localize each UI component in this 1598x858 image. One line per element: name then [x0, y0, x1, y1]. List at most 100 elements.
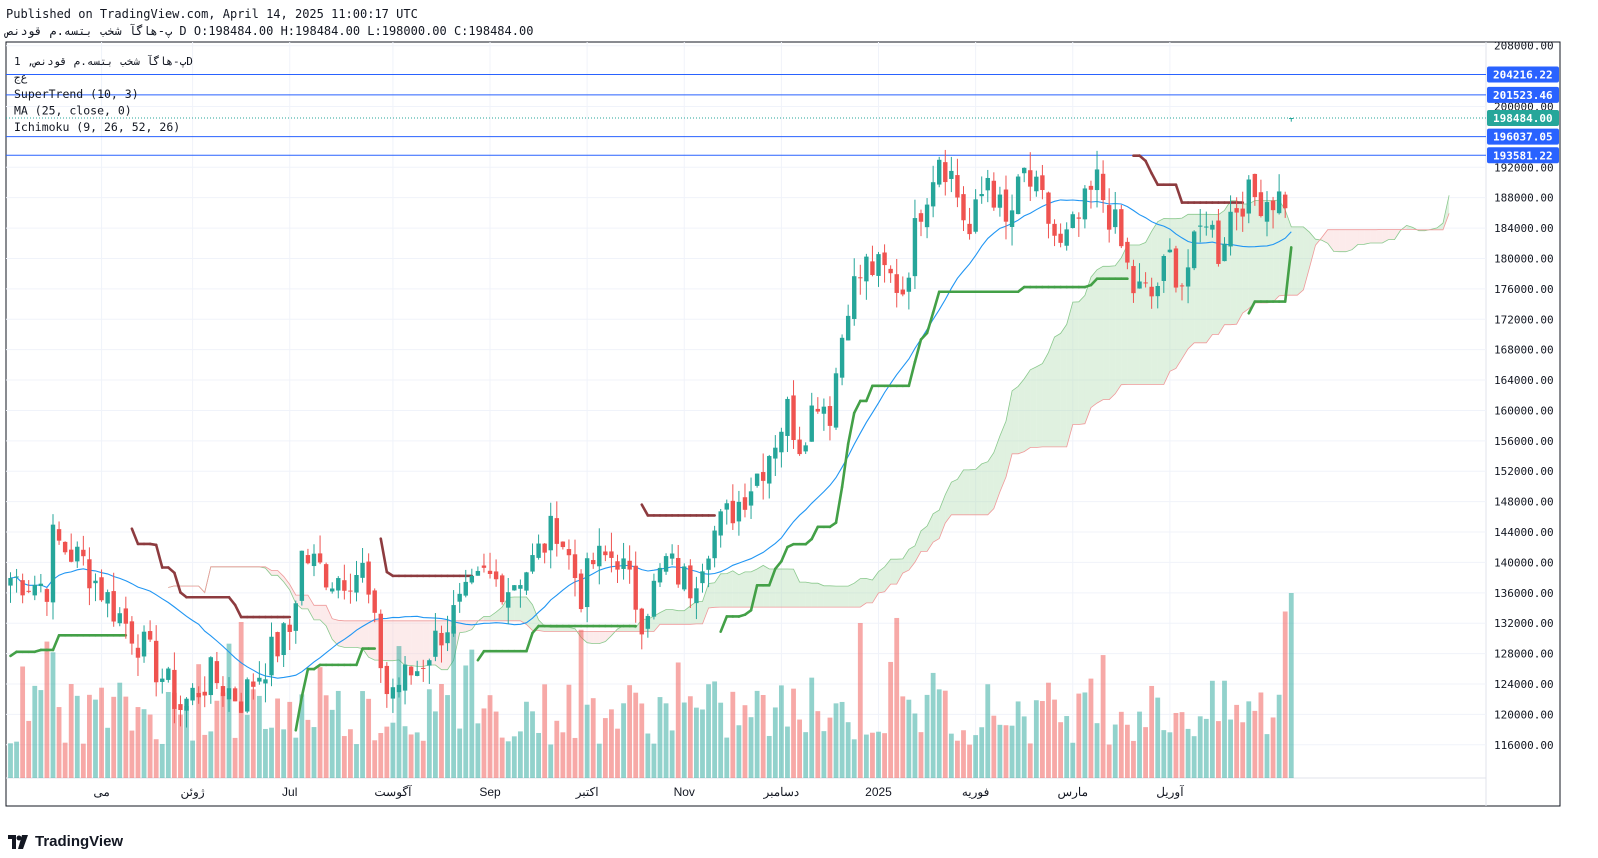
- candle-body: [1015, 176, 1021, 215]
- candle-body: [633, 565, 638, 610]
- volume-bar: [93, 699, 98, 778]
- volume-bar: [1088, 678, 1094, 778]
- volume-bar: [335, 690, 341, 778]
- volume-bar: [530, 711, 535, 778]
- y-tick-label: 184000.00: [1494, 222, 1554, 235]
- volume-bar: [1052, 699, 1057, 778]
- volume-bar: [1173, 712, 1179, 778]
- candle-body: [1046, 192, 1051, 224]
- candle-body: [469, 575, 475, 583]
- volume-bar: [839, 701, 845, 778]
- volume-bar: [1246, 701, 1252, 778]
- volume-bar: [827, 717, 833, 778]
- cloud-segment: [836, 586, 843, 608]
- cloud-segment: [775, 569, 782, 608]
- price-chart[interactable]: 116000.00 120000.00 124000.00 128000.00 1320…: [0, 0, 1598, 858]
- y-tick-label: 208000.00: [1494, 40, 1554, 53]
- cloud-segment: [1364, 229, 1371, 245]
- candle-body: [530, 555, 535, 572]
- x-tick-label: ژوئن: [181, 785, 205, 799]
- volume-bar: [1003, 725, 1009, 778]
- volume-bar: [572, 737, 578, 778]
- volume-bar: [511, 736, 517, 778]
- volume-bar: [165, 691, 171, 778]
- candle-body: [457, 593, 462, 602]
- level-label: 193581.22: [1493, 149, 1553, 162]
- volume-bar: [766, 735, 772, 778]
- cloud-segment: [562, 627, 569, 632]
- volume-bar: [1191, 736, 1197, 778]
- cloud-segment: [417, 620, 424, 667]
- candle-body: [1119, 209, 1124, 247]
- cloud-segment: [666, 609, 673, 625]
- candle-body: [979, 194, 984, 197]
- x-tick-label: مارس: [1057, 785, 1088, 799]
- candle-body: [1240, 208, 1245, 217]
- brand-name: TradingView: [35, 833, 124, 850]
- candle-body: [214, 661, 220, 684]
- cloud-segment: [1060, 324, 1067, 447]
- volume-bar: [627, 685, 633, 778]
- candle-body: [560, 541, 566, 548]
- volume-bar: [615, 728, 620, 778]
- candle-body: [821, 406, 827, 414]
- volume-bar: [1252, 710, 1258, 778]
- volume-bar: [863, 734, 869, 778]
- volume-bar: [360, 691, 365, 778]
- candle-body: [384, 665, 390, 695]
- volume-bar: [639, 703, 645, 778]
- candle-body: [663, 556, 669, 572]
- candle-body: [396, 684, 402, 693]
- volume-bar: [68, 684, 74, 778]
- candle-body: [147, 631, 153, 640]
- cloud-segment: [817, 583, 824, 608]
- cloud-segment: [890, 559, 897, 585]
- cloud-segment: [593, 631, 600, 644]
- volume-bar: [111, 696, 117, 778]
- candle-body: [676, 558, 681, 585]
- cloud-segment: [514, 596, 521, 621]
- candle-body: [445, 632, 450, 644]
- volume-bar: [87, 694, 92, 778]
- candle-body: [1270, 200, 1276, 211]
- volume-bar: [390, 722, 396, 778]
- volume-bar: [851, 739, 857, 778]
- tradingview-logo[interactable]: TradingView: [8, 833, 123, 850]
- volume-bar: [1082, 692, 1088, 778]
- candle-body: [870, 261, 875, 276]
- volume-bar: [1167, 732, 1173, 778]
- candle-body: [597, 545, 602, 567]
- candle-body: [317, 553, 323, 563]
- last-price-label: 198484.00: [1493, 112, 1553, 125]
- volume-bar: [706, 684, 711, 778]
- volume-bar: [256, 695, 262, 778]
- volume-bar: [378, 733, 384, 778]
- cloud-segment: [1333, 229, 1340, 252]
- candle-body: [900, 289, 905, 295]
- volume-bar: [596, 743, 602, 778]
- candle-body: [421, 667, 426, 669]
- volume-bar: [1131, 740, 1136, 778]
- y-tick-label: 140000.00: [1494, 556, 1554, 569]
- volume-bar: [505, 741, 511, 778]
- candle-body: [1070, 214, 1075, 229]
- volume-bar: [1288, 593, 1294, 778]
- volume-bar: [493, 711, 499, 778]
- candle-body: [694, 588, 699, 604]
- volume-bar: [135, 707, 141, 778]
- cloud-segment: [386, 620, 393, 661]
- volume-bar: [499, 737, 505, 778]
- x-tick-label: Sep: [479, 785, 501, 799]
- candle-body: [912, 218, 918, 277]
- candle-body: [323, 564, 329, 588]
- volume-bar: [232, 737, 238, 778]
- x-tick-label: Nov: [674, 785, 695, 799]
- legend-title: پ-هاگآ شخب بتسه.م قودنص, 1D: [14, 54, 193, 68]
- candle-body: [408, 666, 414, 676]
- candle-body: [81, 549, 86, 557]
- candle-body: [305, 555, 311, 564]
- volume-bar: [451, 626, 457, 778]
- candle-body: [943, 162, 948, 183]
- volume-bar: [833, 703, 839, 778]
- candle-body: [275, 632, 280, 657]
